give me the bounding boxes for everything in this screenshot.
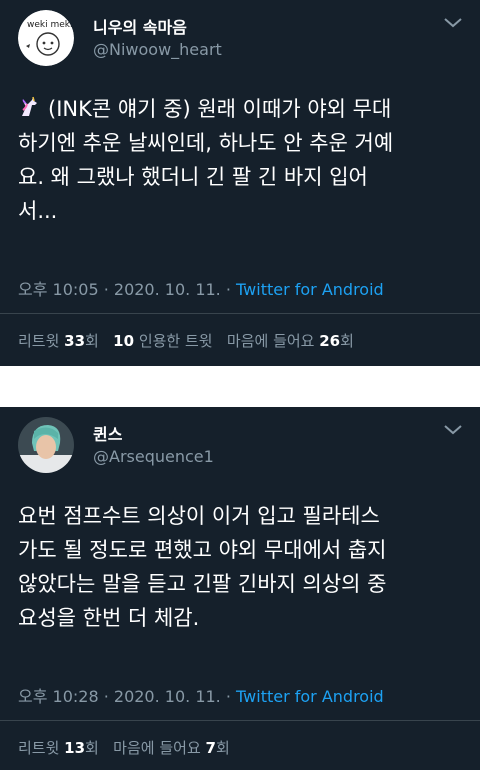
- chevron-down-icon[interactable]: [442, 16, 464, 30]
- separator-gap: [0, 366, 480, 407]
- avatar[interactable]: weki meki: [18, 10, 74, 66]
- like-label: 마음에 들어요: [113, 739, 206, 757]
- like-value: 7: [205, 739, 216, 757]
- chevron-down-icon[interactable]: [442, 423, 464, 437]
- source-link[interactable]: Twitter for Android: [236, 280, 384, 299]
- unicorn-icon: [22, 96, 37, 116]
- retweet-suffix: 회: [85, 739, 99, 757]
- like-suffix: 회: [340, 332, 354, 350]
- retweet-value: 13: [64, 739, 86, 757]
- display-name[interactable]: 퀸스: [93, 421, 122, 445]
- like-suffix: 회: [215, 739, 230, 757]
- quote-count[interactable]: 10 인용한 트윗: [113, 332, 212, 350]
- divider: [0, 313, 480, 314]
- retweet-value: 33: [64, 332, 86, 350]
- divider: [0, 720, 480, 721]
- tweet-text: (INK콘 얘기 중) 원래 이때가 야외 무대 하기엔 추운 날씨인데, 하나…: [18, 92, 468, 228]
- retweet-count[interactable]: 리트윗 13회: [18, 739, 99, 757]
- tweet-text-content: (INK콘 얘기 중) 원래 이때가 야외 무대 하기엔 추운 날씨인데, 하나…: [18, 97, 394, 223]
- retweet-label: 리트윗: [18, 332, 65, 350]
- tweet-text: 요번 점프수트 의상이 이거 입고 필라테스 가도 될 정도로 편했고 야외 무…: [18, 504, 387, 630]
- source-link[interactable]: Twitter for Android: [236, 687, 384, 706]
- timestamp[interactable]: 오후 10:05 · 2020. 10. 11. ·: [18, 280, 236, 299]
- user-handle[interactable]: @Niwoow_heart: [93, 40, 222, 59]
- like-count[interactable]: 마음에 들어요 26회: [227, 332, 354, 350]
- like-count[interactable]: 마음에 들어요 7회: [113, 739, 230, 757]
- like-label: 마음에 들어요: [226, 332, 320, 350]
- tweet-meta: 오후 10:28 · 2020. 10. 11. · Twitter for A…: [18, 683, 384, 707]
- quote-label: 인용한 트윗: [134, 332, 213, 350]
- avatar-photo-icon: [18, 417, 74, 473]
- tweet-stats: 리트윗 13회 마음에 들어요 7회: [18, 737, 230, 758]
- tweet-card[interactable]: 퀸스 @Arsequence1 요번 점프수트 의상이 이거 입고 필라테스 가…: [0, 407, 480, 770]
- avatar-drawing-icon: weki meki: [18, 10, 74, 66]
- user-handle[interactable]: @Arsequence1: [93, 447, 214, 466]
- avatar[interactable]: [18, 417, 74, 473]
- retweet-suffix: 회: [85, 332, 99, 350]
- quote-value: 10: [113, 332, 135, 350]
- tweet-meta: 오후 10:05 · 2020. 10. 11. · Twitter for A…: [18, 276, 384, 300]
- retweet-count[interactable]: 리트윗 33회: [18, 332, 99, 350]
- display-name[interactable]: 니우의 속마음: [93, 14, 187, 38]
- tweet-card[interactable]: weki meki 니우의 속마음 @Niwoow_heart (INK콘 얘기…: [0, 0, 480, 366]
- avatar-logo-text-1: weki meki: [27, 20, 73, 30]
- like-value: 26: [319, 332, 341, 350]
- timestamp[interactable]: 오후 10:28 · 2020. 10. 11. ·: [18, 687, 236, 706]
- retweet-label: 리트윗: [18, 739, 65, 757]
- tweet-stats: 리트윗 33회 10 인용한 트윗 마음에 들어요 26회: [18, 330, 354, 351]
